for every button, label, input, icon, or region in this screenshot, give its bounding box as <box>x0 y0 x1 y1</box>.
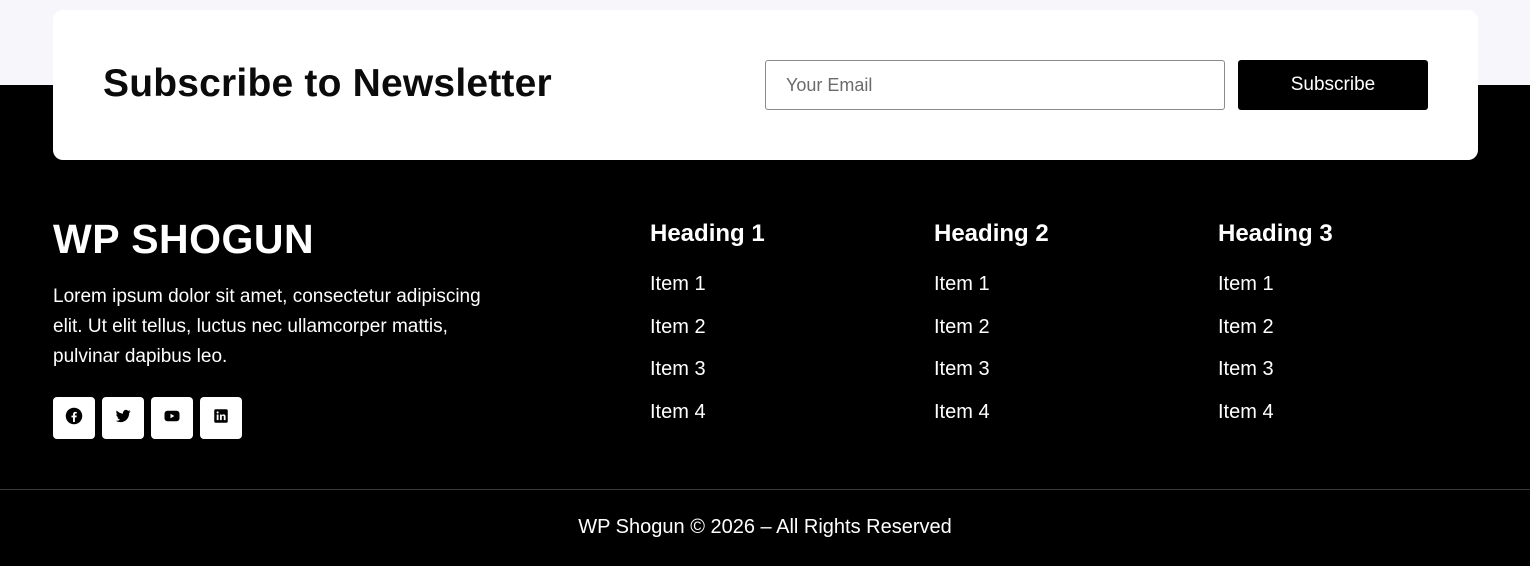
footer-link[interactable]: Item 4 <box>1218 402 1333 422</box>
footer-link[interactable]: Item 2 <box>1218 317 1333 337</box>
subscribe-button[interactable]: Subscribe <box>1238 60 1428 110</box>
footer-link[interactable]: Item 2 <box>650 317 765 337</box>
footer-link[interactable]: Item 3 <box>1218 359 1333 379</box>
twitter-icon <box>114 407 132 430</box>
brand-description: Lorem ipsum dolor sit amet, consectetur … <box>53 286 481 367</box>
column-heading: Heading 1 <box>650 220 765 247</box>
footer-link[interactable]: Item 1 <box>650 274 765 294</box>
column-heading: Heading 3 <box>1218 220 1333 247</box>
footer-column-2: Heading 2 Item 1 Item 2 Item 3 Item 4 <box>934 220 1049 444</box>
linkedin-link[interactable] <box>200 397 242 439</box>
newsletter-card: Subscribe to Newsletter Subscribe <box>53 10 1478 160</box>
facebook-icon <box>65 407 83 430</box>
footer-link[interactable]: Item 3 <box>934 359 1049 379</box>
facebook-link[interactable] <box>53 397 95 439</box>
newsletter-title: Subscribe to Newsletter <box>103 62 552 105</box>
twitter-link[interactable] <box>102 397 144 439</box>
footer-link[interactable]: Item 1 <box>1218 274 1333 294</box>
footer-link[interactable]: Item 4 <box>934 402 1049 422</box>
copyright-text: WP Shogun © 2026 – All Rights Reserved <box>578 516 952 538</box>
footer-link[interactable]: Item 1 <box>934 274 1049 294</box>
youtube-link[interactable] <box>151 397 193 439</box>
footer-divider <box>0 489 1530 490</box>
footer-link[interactable]: Item 2 <box>934 317 1049 337</box>
footer-link[interactable]: Item 4 <box>650 402 765 422</box>
footer-column-3: Heading 3 Item 1 Item 2 Item 3 Item 4 <box>1218 220 1333 444</box>
email-input[interactable] <box>765 60 1225 110</box>
brand-title: WP SHOGUN <box>53 216 315 262</box>
social-links <box>53 397 242 439</box>
linkedin-icon <box>212 407 230 430</box>
column-heading: Heading 2 <box>934 220 1049 247</box>
youtube-icon <box>163 407 181 430</box>
footer-link[interactable]: Item 3 <box>650 359 765 379</box>
footer-column-1: Heading 1 Item 1 Item 2 Item 3 Item 4 <box>650 220 765 444</box>
